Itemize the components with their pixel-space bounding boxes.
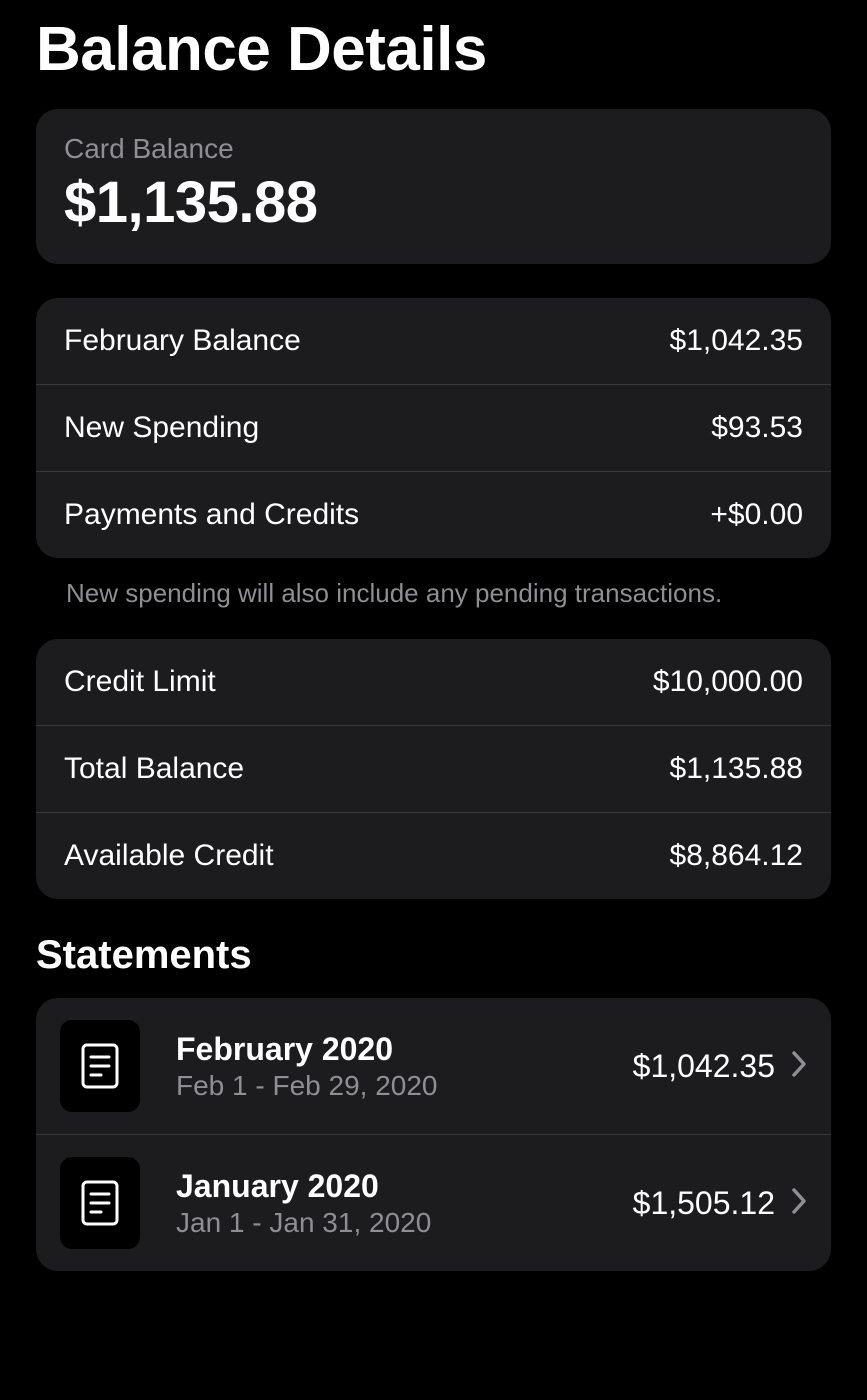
credit-row-available-credit: Available Credit $8,864.12: [36, 813, 831, 899]
statements-card: February 2020 Feb 1 - Feb 29, 2020 $1,04…: [36, 998, 831, 1271]
statement-icon: [60, 1020, 140, 1112]
breakdown-label: February Balance: [64, 324, 301, 358]
statement-range: Feb 1 - Feb 29, 2020: [176, 1070, 633, 1102]
breakdown-row-new-spending: New Spending $93.53: [36, 385, 831, 472]
statement-amount: $1,505.12: [633, 1185, 775, 1222]
chevron-right-icon: [791, 1187, 807, 1220]
card-balance-card: Card Balance $1,135.88: [36, 109, 831, 264]
credit-value: $1,135.88: [670, 752, 803, 786]
credit-card: Credit Limit $10,000.00 Total Balance $1…: [36, 639, 831, 899]
breakdown-value: +$0.00: [710, 498, 803, 532]
credit-label: Total Balance: [64, 752, 244, 786]
credit-row-total-balance: Total Balance $1,135.88: [36, 726, 831, 813]
breakdown-value: $1,042.35: [670, 324, 803, 358]
credit-value: $10,000.00: [653, 665, 803, 699]
statement-amount: $1,042.35: [633, 1048, 775, 1085]
chevron-right-icon: [791, 1050, 807, 1083]
statement-body: February 2020 Feb 1 - Feb 29, 2020: [176, 1031, 633, 1102]
statement-row[interactable]: February 2020 Feb 1 - Feb 29, 2020 $1,04…: [36, 998, 831, 1135]
breakdown-label: New Spending: [64, 411, 259, 445]
breakdown-note: New spending will also include any pendi…: [36, 558, 831, 639]
statements-heading: Statements: [36, 899, 831, 998]
balance-breakdown-card: February Balance $1,042.35 New Spending …: [36, 298, 831, 558]
statement-body: January 2020 Jan 1 - Jan 31, 2020: [176, 1168, 633, 1239]
statement-range: Jan 1 - Jan 31, 2020: [176, 1207, 633, 1239]
credit-row-credit-limit: Credit Limit $10,000.00: [36, 639, 831, 726]
credit-value: $8,864.12: [670, 839, 803, 873]
credit-label: Credit Limit: [64, 665, 216, 699]
breakdown-label: Payments and Credits: [64, 498, 359, 532]
card-balance-value: $1,135.88: [64, 169, 803, 236]
breakdown-value: $93.53: [711, 411, 803, 445]
breakdown-row-february-balance: February Balance $1,042.35: [36, 298, 831, 385]
statement-row[interactable]: January 2020 Jan 1 - Jan 31, 2020 $1,505…: [36, 1135, 831, 1271]
statement-title: February 2020: [176, 1031, 633, 1068]
statement-title: January 2020: [176, 1168, 633, 1205]
credit-label: Available Credit: [64, 839, 274, 873]
page-title: Balance Details: [36, 0, 831, 109]
statement-icon: [60, 1157, 140, 1249]
card-balance-label: Card Balance: [64, 133, 803, 165]
breakdown-row-payments-credits: Payments and Credits +$0.00: [36, 472, 831, 558]
